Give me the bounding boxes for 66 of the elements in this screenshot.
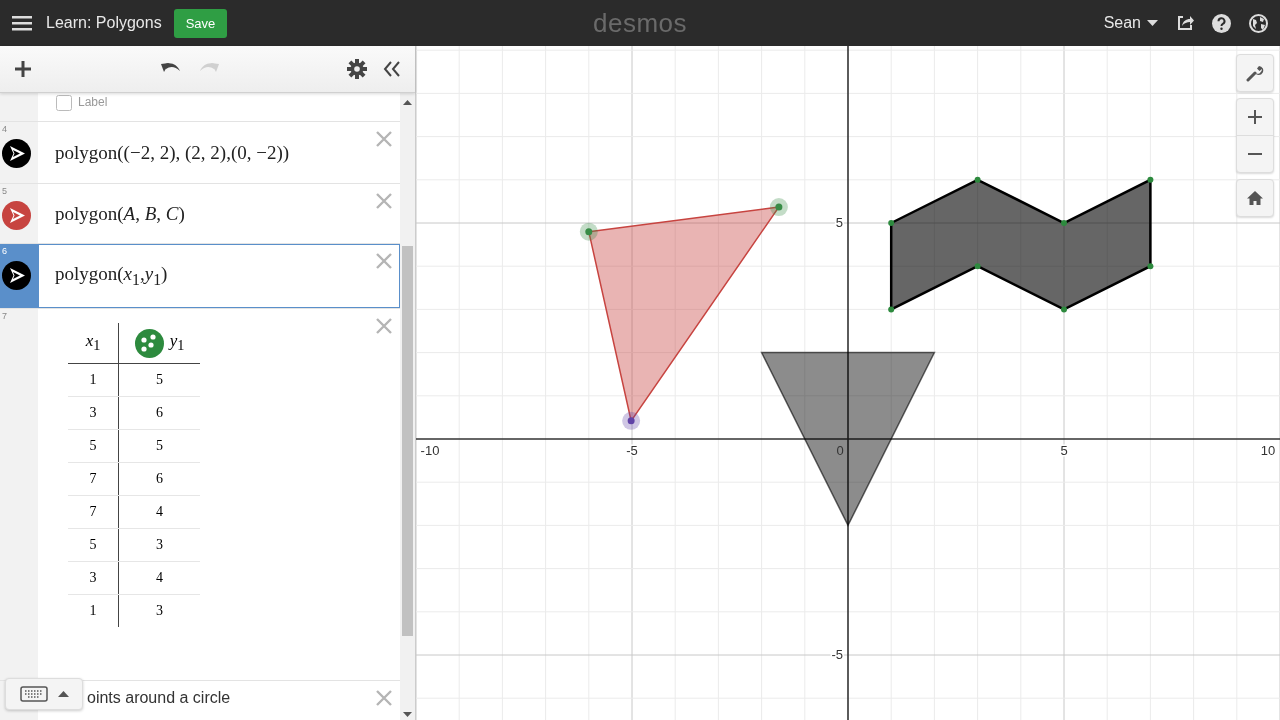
math-expression[interactable]: polygon((−2, 2), (2, 2),(0, −2)) bbox=[55, 141, 290, 164]
logo-text: desmos bbox=[593, 7, 687, 39]
table-cell[interactable]: 3 bbox=[118, 528, 200, 562]
point-marker bbox=[1061, 220, 1067, 226]
table-cell[interactable]: 4 bbox=[118, 561, 200, 595]
table-cell[interactable]: 7 bbox=[68, 462, 119, 496]
math-expression[interactable]: polygon(A, B, C) bbox=[55, 202, 185, 225]
scroll-down-icon[interactable] bbox=[403, 712, 412, 717]
table-cell[interactable]: 5 bbox=[68, 429, 119, 463]
table-cell[interactable]: 1 bbox=[68, 363, 119, 397]
points-icon[interactable] bbox=[134, 328, 164, 358]
column-header[interactable]: x$_{1}$ bbox=[85, 331, 101, 355]
point-marker bbox=[888, 306, 895, 313]
point-marker bbox=[888, 220, 895, 226]
graph-title: Learn: Polygons bbox=[46, 14, 162, 32]
line-number: 5 bbox=[2, 186, 7, 196]
axis-label: 10 bbox=[1260, 443, 1276, 458]
point-marker bbox=[974, 263, 981, 270]
axis-label: -5 bbox=[626, 443, 638, 458]
table-cell[interactable]: 3 bbox=[68, 396, 119, 430]
expression-icon[interactable] bbox=[2, 139, 31, 168]
settings-icon[interactable] bbox=[347, 59, 367, 79]
table-cell[interactable]: 4 bbox=[118, 495, 200, 529]
line-number: 7 bbox=[2, 311, 7, 321]
axis-label: 0 bbox=[836, 443, 844, 458]
table-cell[interactable]: 7 bbox=[68, 495, 119, 529]
user-menu[interactable]: Sean bbox=[1103, 14, 1158, 32]
point-marker[interactable] bbox=[579, 222, 598, 241]
keyboard-icon bbox=[19, 686, 48, 702]
table-cell[interactable]: 6 bbox=[118, 396, 200, 430]
help-icon[interactable] bbox=[1212, 13, 1231, 33]
collapse-icon[interactable] bbox=[383, 60, 401, 78]
table-cell[interactable]: 1 bbox=[68, 594, 119, 627]
axis-label: -10 bbox=[420, 443, 440, 458]
point-marker bbox=[974, 176, 981, 183]
math-expression[interactable]: polygon(x$_{1}$,y$_{1}$) bbox=[55, 263, 168, 289]
share-icon[interactable] bbox=[1176, 14, 1194, 32]
expression-icon[interactable] bbox=[2, 261, 31, 290]
label-checkbox[interactable] bbox=[56, 95, 72, 111]
table-cell[interactable]: 5 bbox=[118, 429, 200, 463]
table-cell[interactable]: 5 bbox=[118, 363, 200, 397]
table-cell[interactable]: 6 bbox=[118, 462, 200, 496]
caret-icon bbox=[1147, 20, 1158, 26]
column-header[interactable]: y$_{1}$ bbox=[169, 331, 185, 355]
table-cell[interactable]: 5 bbox=[68, 528, 119, 562]
scrollbar-thumb[interactable] bbox=[402, 246, 413, 636]
table-cell[interactable]: 3 bbox=[118, 594, 200, 627]
menu-icon[interactable] bbox=[12, 15, 32, 31]
checkbox-label: Label bbox=[78, 95, 108, 109]
axis-label: 5 bbox=[835, 215, 843, 230]
point-marker bbox=[1061, 306, 1067, 313]
point-marker[interactable] bbox=[622, 411, 641, 430]
note-text[interactable]: oints around a circle bbox=[87, 681, 231, 707]
add-icon[interactable] bbox=[14, 60, 32, 78]
scroll-up-icon[interactable] bbox=[403, 100, 412, 105]
point-marker bbox=[1147, 176, 1154, 183]
axis-label: 5 bbox=[1060, 443, 1068, 458]
table-cell[interactable]: 3 bbox=[68, 561, 119, 595]
point-marker[interactable] bbox=[769, 198, 788, 216]
point-marker bbox=[1147, 263, 1154, 270]
axis-label: -5 bbox=[831, 647, 843, 662]
line-number: 4 bbox=[2, 124, 7, 134]
keyboard-button[interactable] bbox=[5, 678, 83, 710]
caret-icon bbox=[57, 691, 69, 697]
globe-icon[interactable] bbox=[1249, 13, 1268, 33]
line-number: 6 bbox=[2, 246, 7, 256]
